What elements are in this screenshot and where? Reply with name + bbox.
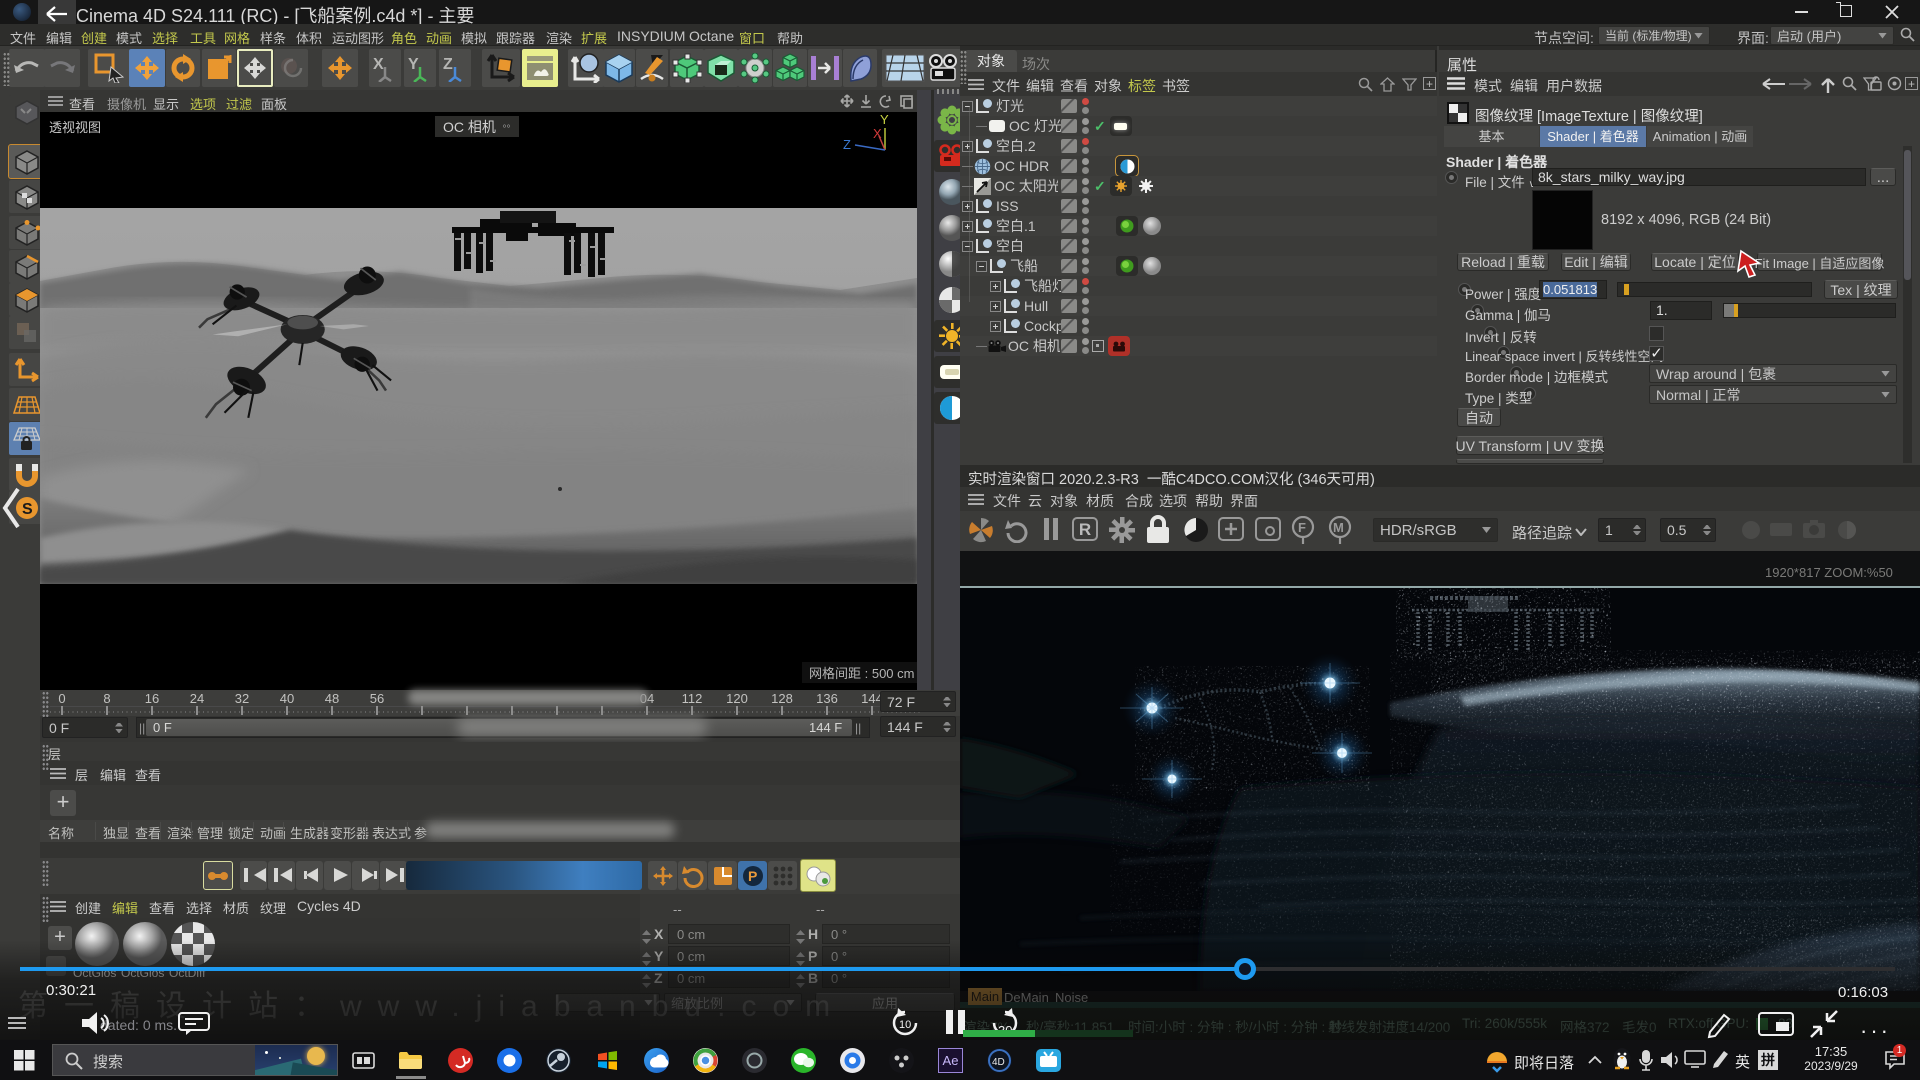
svg-text:P: P xyxy=(748,868,757,884)
svg-text:F: F xyxy=(1298,520,1306,535)
svg-text:10: 10 xyxy=(899,1019,911,1031)
svg-text:4D: 4D xyxy=(992,1057,1005,1068)
svg-text:Z: Z xyxy=(443,56,453,73)
svg-text:Z: Z xyxy=(843,137,851,152)
svg-text:S: S xyxy=(22,501,33,518)
svg-text:M: M xyxy=(1333,520,1344,535)
svg-text:Y: Y xyxy=(408,56,419,73)
svg-text:X: X xyxy=(373,56,384,73)
svg-text:Y: Y xyxy=(880,112,889,127)
